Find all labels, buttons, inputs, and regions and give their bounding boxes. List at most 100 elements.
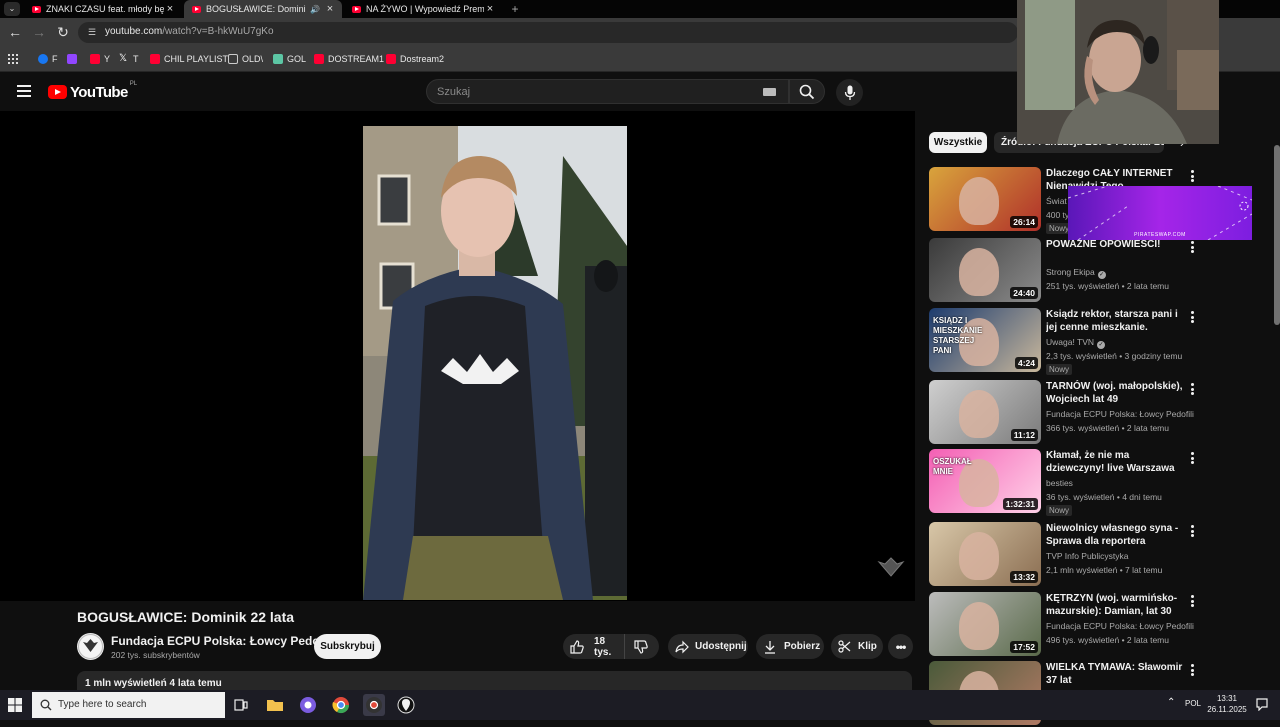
channel-name[interactable]: Fundacja ECPU Polska: Łowcy Pedofili — [111, 634, 334, 648]
windows-start-icon[interactable] — [8, 698, 22, 712]
share-button[interactable]: Udostępnij — [668, 634, 748, 659]
browser-tab[interactable]: ZNAKI CZASU feat. młody bębe × — [24, 0, 182, 18]
windows-taskbar: Type here to search ⌃ POL 13:31 26.11.20… — [0, 690, 1280, 720]
video-player[interactable] — [0, 111, 915, 601]
search-input[interactable]: Szukaj — [426, 79, 789, 104]
browser-tab-active[interactable]: BOGUSŁAWICE: Dominik 22 🔊 × — [184, 0, 342, 18]
recommendation-channel[interactable]: Fundacja ECPU Polska: Łowcy Pedofili — [1046, 409, 1194, 419]
more-vertical-icon[interactable] — [1186, 451, 1198, 465]
youtube-logo[interactable]: YouTube PL — [48, 81, 137, 101]
recommendation-channel[interactable]: Uwaga! TVN ✓ — [1046, 337, 1106, 349]
recommendation-title[interactable]: WIELKA TYMAWA: Sławomir 37 lat — [1046, 661, 1186, 687]
like-dislike-group: 18 tys. — [563, 634, 659, 659]
new-badge: Nowy — [1046, 505, 1073, 516]
video-frame[interactable] — [363, 126, 627, 600]
notification-icon[interactable] — [1256, 698, 1268, 711]
recommendation-title[interactable]: Ksiądz rektor, starsza pani i jej cenne … — [1046, 308, 1186, 335]
menu-icon[interactable] — [17, 85, 31, 97]
recommendation-item[interactable]: 13:32 Niewolnicy własnego syna - Sprawa d… — [929, 522, 1201, 588]
file-explorer-icon[interactable] — [264, 694, 286, 716]
back-icon[interactable]: ← — [7, 24, 23, 40]
language-indicator[interactable]: POL — [1185, 699, 1201, 708]
site-settings-icon[interactable]: ☰ — [88, 27, 98, 37]
bookmark-item[interactable]: CHIL PLAYLIST — [150, 52, 228, 66]
scissors-icon — [838, 640, 851, 653]
browser-tab[interactable]: NA ŻYWO | Wypowiedź Premie × — [344, 0, 502, 18]
video-thumbnail[interactable]: 24:40 — [929, 238, 1041, 302]
chrome-active-icon[interactable] — [363, 694, 385, 716]
recommendation-title[interactable]: Niewolnicy własnego syna - Sprawa dla re… — [1046, 522, 1186, 548]
clip-button[interactable]: Klip — [831, 634, 883, 659]
clock[interactable]: 13:31 26.11.2025 — [1207, 693, 1247, 715]
bookmark-item[interactable]: 𝕏T — [119, 52, 139, 66]
apps-grid-icon[interactable] — [8, 54, 18, 64]
more-vertical-icon[interactable] — [1186, 240, 1198, 254]
thumbnail-subject — [959, 390, 999, 438]
map-pin-app-icon[interactable] — [395, 694, 417, 716]
recommendation-title[interactable]: KĘTRZYN (woj. warmińsko-mazurskie): Dami… — [1046, 592, 1186, 618]
keyboard-icon[interactable] — [763, 88, 776, 96]
recommendation-item[interactable]: 17:52 KĘTRZYN (woj. warmińsko-mazurskie):… — [929, 592, 1201, 658]
tab-close-icon[interactable]: × — [324, 3, 336, 15]
chrome-icon[interactable] — [330, 694, 352, 716]
download-button[interactable]: Pobierz — [756, 634, 824, 659]
voice-search-button[interactable] — [836, 79, 863, 106]
recommendation-item[interactable]: KSIĄDZ I MIESZKANIE STARSZEJ PANI 4:24 Ksi… — [929, 308, 1201, 375]
bookmark-item[interactable]: GOL — [273, 52, 306, 66]
like-button[interactable]: 18 tys. — [563, 634, 625, 659]
tab-search-dropdown[interactable]: ⌄ — [4, 2, 20, 16]
bookmark-item[interactable]: F — [38, 52, 58, 66]
recommendation-views: 251 tys. wyświetleń • 2 lata temu — [1046, 281, 1169, 291]
recommendation-channel[interactable]: TVP Info Publicystyka — [1046, 551, 1129, 561]
video-thumbnail[interactable]: KSIĄDZ I MIESZKANIE STARSZEJ PANI 4:24 — [929, 308, 1041, 372]
subscribe-button[interactable]: Subskrybuj — [314, 634, 381, 659]
recommendation-title[interactable]: TARNÓW (woj. małopolskie), Wojciech lat … — [1046, 380, 1186, 406]
bookmark-item[interactable]: OLD\ — [228, 52, 263, 66]
system-tray-chevron-icon[interactable]: ⌃ — [1167, 697, 1175, 708]
recommendation-channel[interactable]: Świat — [1046, 196, 1067, 206]
more-vertical-icon[interactable] — [1186, 169, 1198, 183]
video-thumbnail[interactable]: 26:14 — [929, 167, 1041, 231]
chip-all[interactable]: Wszystkie — [929, 132, 987, 153]
more-vertical-icon[interactable] — [1186, 594, 1198, 608]
bookmark-item[interactable]: DOSTREAM1 — [314, 52, 384, 66]
recommendation-channel[interactable]: besties — [1046, 478, 1073, 488]
tab-close-icon[interactable]: × — [164, 3, 176, 15]
new-tab-icon[interactable]: + — [508, 0, 522, 18]
taskbar-search-input[interactable]: Type here to search — [32, 692, 225, 718]
more-vertical-icon[interactable] — [1186, 524, 1198, 538]
recommendation-channel[interactable]: Fundacja ECPU Polska: Łowcy Pedofili — [1046, 621, 1194, 631]
bookmark-item[interactable]: Y — [90, 52, 110, 66]
forward-icon[interactable]: → — [31, 24, 47, 40]
dislike-button[interactable] — [625, 634, 659, 659]
more-vertical-icon[interactable] — [1186, 663, 1198, 677]
bookmark-item[interactable] — [67, 52, 81, 66]
url-text[interactable]: youtube.com/watch?v=B-hkWuU7gKo — [105, 26, 274, 37]
more-vertical-icon[interactable] — [1186, 382, 1198, 396]
speaker-icon[interactable]: 🔊 — [310, 5, 320, 14]
video-thumbnail[interactable]: 13:32 — [929, 522, 1041, 586]
recommendation-title[interactable]: Kłamał, że nie ma dziewczyny! live Warsz… — [1046, 449, 1186, 475]
recommendation-item[interactable]: OSZUKAŁ MNIE 1:32:31 Kłamał, że nie ma dzi… — [929, 449, 1201, 516]
page-scrollbar[interactable] — [1274, 145, 1280, 325]
duration-badge: 24:40 — [1010, 287, 1038, 299]
chrome-profile-1-icon[interactable] — [297, 694, 319, 716]
more-actions-button[interactable]: ••• — [888, 634, 913, 659]
recommendation-item[interactable]: 11:12 TARNÓW (woj. małopolskie), Wojciech… — [929, 380, 1201, 446]
task-view-icon[interactable] — [230, 694, 252, 716]
url-bar[interactable]: ☰ youtube.com/watch?v=B-hkWuU7gKo — [78, 22, 1018, 43]
reload-icon[interactable]: ↻ — [55, 24, 71, 40]
tab-close-icon[interactable]: × — [484, 3, 496, 15]
channel-avatar[interactable] — [77, 633, 104, 660]
video-thumbnail[interactable]: 11:12 — [929, 380, 1041, 444]
channel-watermark-icon[interactable] — [877, 556, 905, 582]
video-thumbnail[interactable]: 17:52 — [929, 592, 1041, 656]
video-thumbnail[interactable]: OSZUKAŁ MNIE 1:32:31 — [929, 449, 1041, 513]
recommendation-item[interactable]: 24:40 POWAŻNE OPOWIEŚCI! Strong Ekipa ✓ 251 … — [929, 238, 1201, 304]
search-button[interactable] — [789, 79, 825, 104]
thumbnail-subject — [959, 248, 999, 296]
more-vertical-icon[interactable] — [1186, 310, 1198, 324]
youtube-icon — [150, 54, 160, 64]
recommendation-channel[interactable]: Strong Ekipa ✓ — [1046, 267, 1106, 279]
bookmark-item[interactable]: Dostream2 — [386, 52, 444, 66]
